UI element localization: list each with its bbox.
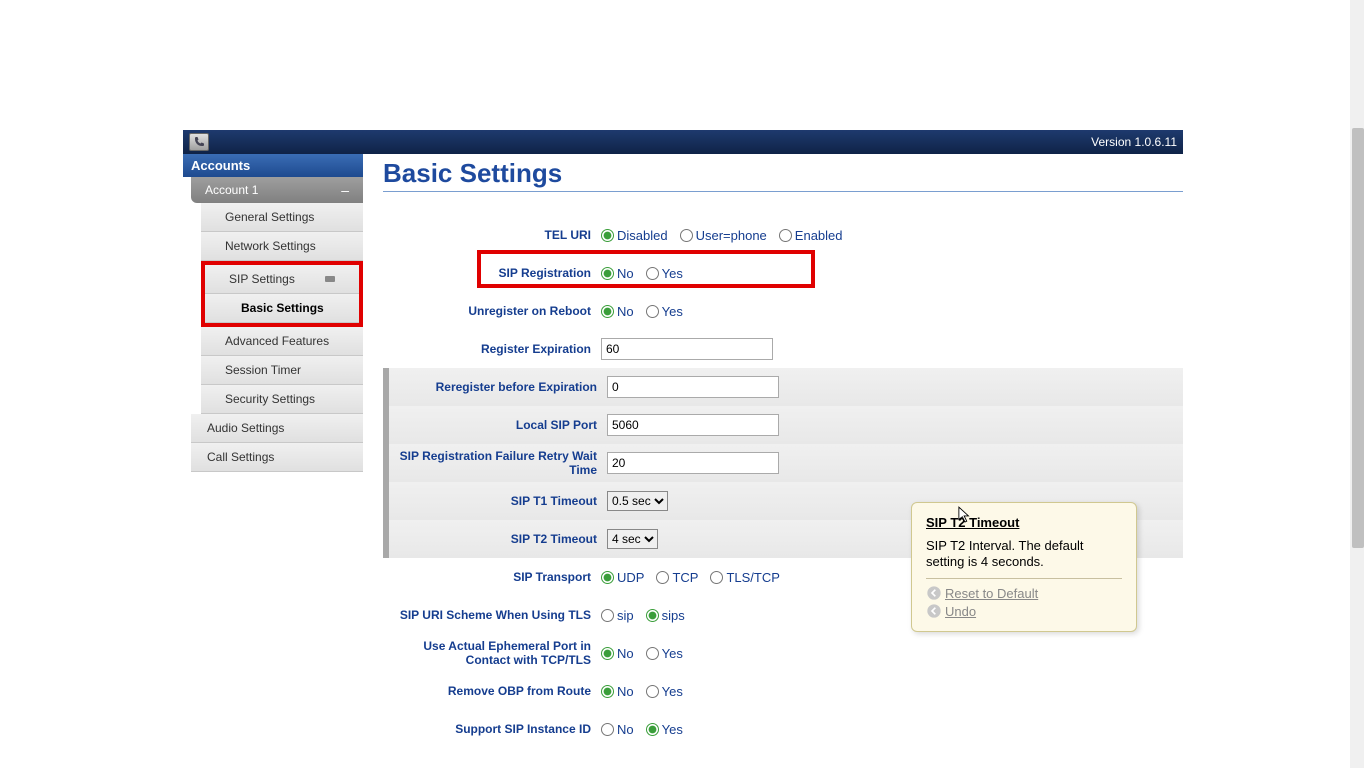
- row-sip-registration: SIP Registration No Yes: [383, 254, 1183, 292]
- sidebar-account-header[interactable]: Account 1 –: [191, 177, 363, 203]
- sidebar-account-label: Account 1: [205, 183, 258, 197]
- select-t1[interactable]: 0.5 sec: [607, 491, 668, 511]
- tooltip-body: SIP T2 Interval. The default setting is …: [926, 538, 1122, 579]
- tooltip-t2: SIP T2 Timeout SIP T2 Interval. The defa…: [911, 502, 1137, 632]
- input-local-sip-port[interactable]: [607, 414, 779, 436]
- row-rereg-before: Reregister before Expiration: [383, 368, 1183, 406]
- label-rereg-before: Reregister before Expiration: [389, 380, 607, 394]
- collapse-icon: [325, 276, 335, 282]
- label-transport: SIP Transport: [383, 570, 601, 584]
- tooltip-reset-link[interactable]: Reset to Default: [926, 585, 1122, 601]
- label-reg-exp: Register Expiration: [383, 342, 601, 356]
- scrollbar[interactable]: [1350, 0, 1364, 768]
- radio-unreg-no[interactable]: No: [601, 304, 634, 319]
- radio-sipreg-no[interactable]: No: [601, 266, 634, 281]
- radio-tlstcp[interactable]: TLS/TCP: [710, 570, 779, 585]
- row-remove-obp: Remove OBP from Route No Yes: [383, 672, 1183, 710]
- label-uri-scheme: SIP URI Scheme When Using TLS: [383, 608, 601, 622]
- nav-network-settings[interactable]: Network Settings: [201, 232, 363, 261]
- radio-eph-yes[interactable]: Yes: [646, 646, 683, 661]
- collapse-icon: –: [341, 182, 349, 198]
- nav-security-settings[interactable]: Security Settings: [201, 385, 363, 414]
- input-reg-fail-retry[interactable]: [607, 452, 779, 474]
- label-instance-id: Support SIP Instance ID: [383, 722, 601, 736]
- label-t2: SIP T2 Timeout: [389, 532, 607, 546]
- nav-advanced-features[interactable]: Advanced Features: [201, 327, 363, 356]
- select-t2[interactable]: 4 sec: [607, 529, 658, 549]
- sidebar: Accounts Account 1 – General Settings Ne…: [183, 154, 363, 748]
- row-instance-id: Support SIP Instance ID No Yes: [383, 710, 1183, 748]
- main-content: Basic Settings TEL URI Disabled User=pho…: [363, 154, 1183, 748]
- version-label: Version 1.0.6.11: [1091, 135, 1177, 149]
- nav-audio-settings[interactable]: Audio Settings: [191, 414, 363, 443]
- label-t1: SIP T1 Timeout: [389, 494, 607, 508]
- scrollbar-thumb[interactable]: [1352, 128, 1364, 548]
- radio-eph-no[interactable]: No: [601, 646, 634, 661]
- tooltip-title: SIP T2 Timeout: [926, 515, 1122, 530]
- radio-tel-disabled[interactable]: Disabled: [601, 228, 668, 243]
- label-sip-reg: SIP Registration: [383, 266, 601, 280]
- row-reg-exp: Register Expiration: [383, 330, 1183, 368]
- input-rereg-before[interactable]: [607, 376, 779, 398]
- topbar: Version 1.0.6.11: [183, 130, 1183, 154]
- label-remove-obp: Remove OBP from Route: [383, 684, 601, 698]
- highlight-box-sidebar: SIP Settings Basic Settings: [201, 261, 363, 327]
- radio-tel-enabled[interactable]: Enabled: [779, 228, 843, 243]
- input-reg-exp[interactable]: [601, 338, 773, 360]
- sidebar-title: Accounts: [183, 154, 363, 177]
- radio-iid-no[interactable]: No: [601, 722, 634, 737]
- nav-sip-label: SIP Settings: [229, 272, 295, 286]
- radio-tel-userphone[interactable]: User=phone: [680, 228, 767, 243]
- radio-udp[interactable]: UDP: [601, 570, 644, 585]
- arrow-left-circle-icon: [926, 585, 942, 601]
- radio-tcp[interactable]: TCP: [656, 570, 698, 585]
- arrow-left-circle-icon: [926, 603, 942, 619]
- radio-obp-yes[interactable]: Yes: [646, 684, 683, 699]
- radio-sips[interactable]: sips: [646, 608, 685, 623]
- radio-sip[interactable]: sip: [601, 608, 634, 623]
- radio-obp-no[interactable]: No: [601, 684, 634, 699]
- row-ephemeral: Use Actual Ephemeral Port in Contact wit…: [383, 634, 1183, 672]
- label-reg-fail-retry: SIP Registration Failure Retry Wait Time: [389, 449, 607, 477]
- nav-general-settings[interactable]: General Settings: [201, 203, 363, 232]
- nav-basic-settings[interactable]: Basic Settings: [205, 294, 359, 323]
- row-reg-fail-retry: SIP Registration Failure Retry Wait Time: [383, 444, 1183, 482]
- label-ephemeral: Use Actual Ephemeral Port in Contact wit…: [383, 639, 601, 667]
- radio-iid-yes[interactable]: Yes: [646, 722, 683, 737]
- page-title: Basic Settings: [383, 154, 1183, 192]
- radio-sipreg-yes[interactable]: Yes: [646, 266, 683, 281]
- phone-icon: [189, 133, 209, 151]
- label-tel-uri: TEL URI: [383, 228, 601, 242]
- tooltip-undo-link[interactable]: Undo: [926, 603, 1122, 619]
- nav-sip-settings[interactable]: SIP Settings: [205, 265, 359, 294]
- nav-call-settings[interactable]: Call Settings: [191, 443, 363, 472]
- label-unreg-reboot: Unregister on Reboot: [383, 304, 601, 318]
- label-local-sip-port: Local SIP Port: [389, 418, 607, 432]
- nav-session-timer[interactable]: Session Timer: [201, 356, 363, 385]
- row-unreg-reboot: Unregister on Reboot No Yes: [383, 292, 1183, 330]
- row-local-sip-port: Local SIP Port: [383, 406, 1183, 444]
- row-tel-uri: TEL URI Disabled User=phone Enabled: [383, 216, 1183, 254]
- radio-unreg-yes[interactable]: Yes: [646, 304, 683, 319]
